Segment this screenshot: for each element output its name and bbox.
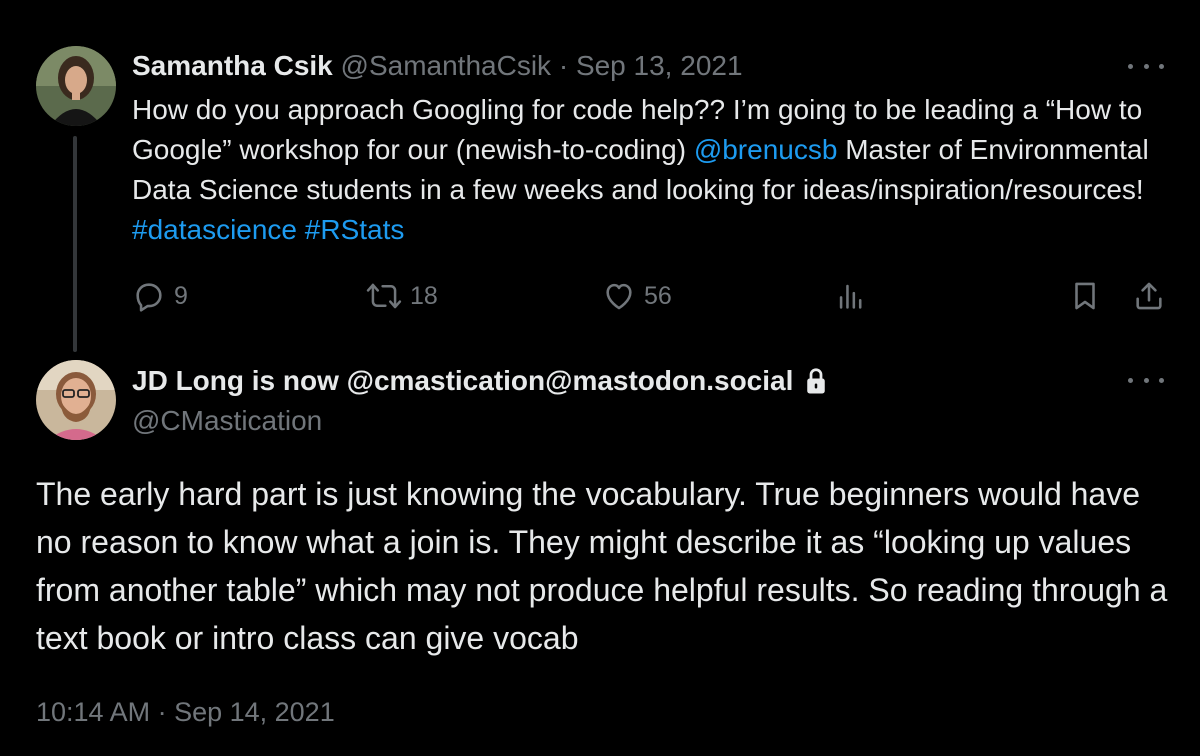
tweet1-header: Samantha Csik @SamanthaCsik · Sep 13, 20…	[132, 48, 743, 84]
profile-photo-man-icon	[36, 360, 116, 440]
hashtag-link-datascience[interactable]: #datascience	[132, 214, 297, 245]
tweet2-author-name[interactable]: JD Long is now @cmastication@mastodon.so…	[132, 362, 793, 400]
tweet1-date[interactable]: Sep 13, 2021	[576, 50, 743, 81]
analytics-icon	[839, 284, 862, 309]
more-dot-icon	[1128, 377, 1133, 383]
bookmark-button[interactable]	[1068, 276, 1102, 316]
tweet1-author-name[interactable]: Samantha Csik	[132, 50, 333, 81]
like-button[interactable]: 56	[602, 276, 672, 316]
tweet1-separator: ·	[558, 50, 569, 81]
share-button[interactable]	[1132, 276, 1166, 316]
tweet2-author-row: JD Long is now @cmastication@mastodon.so…	[132, 362, 829, 400]
heart-icon	[606, 283, 632, 310]
tweet1-more-button[interactable]	[1128, 54, 1164, 78]
reply-button[interactable]: 9	[132, 276, 188, 316]
reply-count: 9	[174, 281, 188, 310]
thread-connector-line	[73, 136, 77, 352]
mention-link[interactable]: @brenucsb	[694, 134, 838, 165]
more-dot-icon	[1128, 63, 1133, 69]
share-icon	[1136, 282, 1162, 310]
more-dot-icon	[1143, 63, 1149, 69]
more-dot-icon	[1143, 377, 1149, 383]
tweet1-text-space	[297, 214, 305, 245]
avatar-samantha-csik[interactable]	[36, 46, 116, 126]
tweet2-author-handle[interactable]: @CMastication	[132, 402, 322, 440]
more-dot-icon	[1159, 63, 1164, 69]
retweet-count: 18	[410, 281, 438, 310]
retweet-button[interactable]: 18	[366, 276, 438, 316]
views-button[interactable]	[834, 276, 868, 316]
tweet2-more-button[interactable]	[1128, 368, 1164, 392]
like-count: 56	[644, 281, 672, 310]
reply-icon	[136, 283, 162, 312]
bookmark-icon	[1075, 282, 1095, 310]
retweet-icon	[366, 283, 402, 309]
profile-photo-woman-icon	[36, 46, 116, 126]
lock-icon	[807, 368, 826, 394]
avatar-jd-long[interactable]	[36, 360, 116, 440]
hashtag-link-rstats[interactable]: #RStats	[305, 214, 405, 245]
more-dot-icon	[1159, 377, 1164, 383]
tweet1-text: How do you approach Googling for code he…	[132, 90, 1162, 250]
tweet2-text: The early hard part is just knowing the …	[36, 476, 1168, 656]
tweet1-author-handle[interactable]: @SamanthaCsik	[341, 50, 552, 81]
tweet2-timestamp[interactable]: 10:14 AM · Sep 14, 2021	[36, 694, 335, 730]
